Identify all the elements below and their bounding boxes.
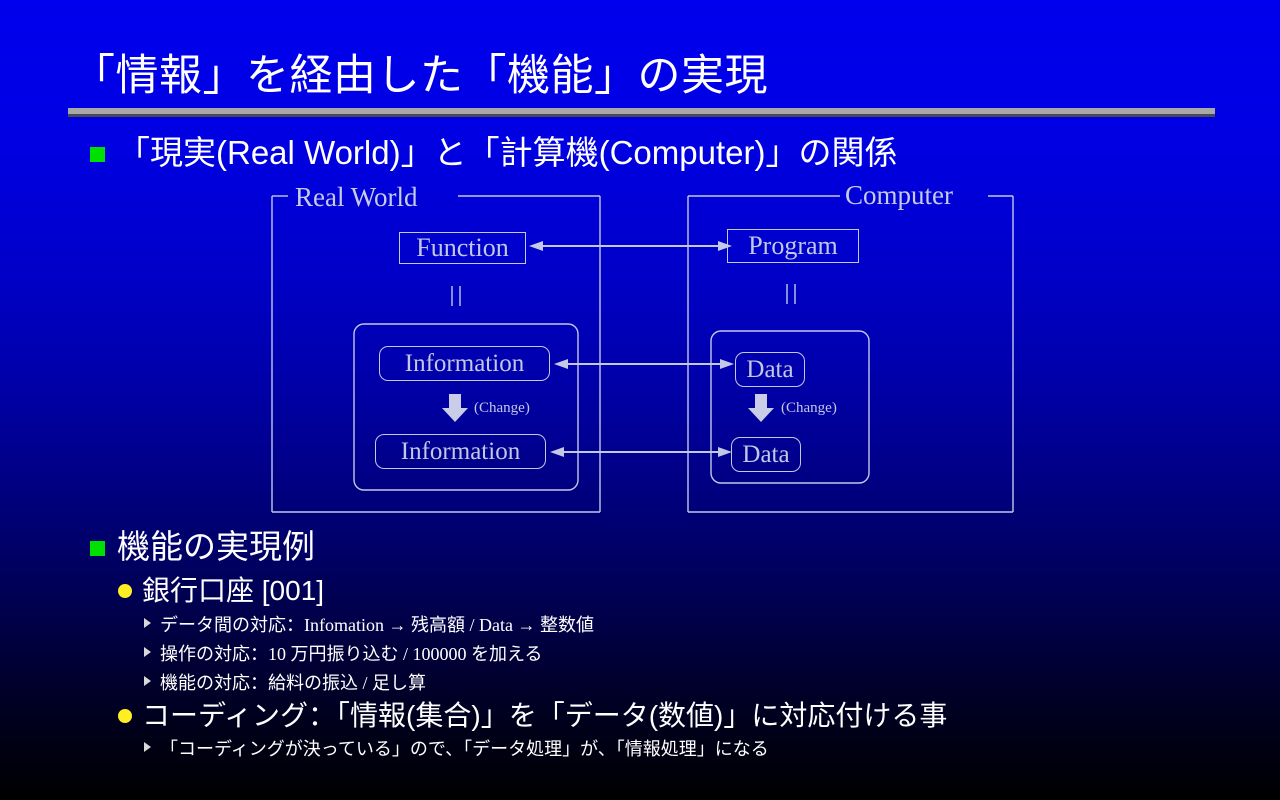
information-data-bottom-arrowhead-left: [550, 447, 564, 457]
bullet-data-mapping: データ間の対応：Infomation → 残高額 / Data → 整数値: [144, 614, 594, 636]
triangle-bullet-icon: [144, 676, 151, 686]
bullet-function-examples: 機能の実現例: [90, 528, 315, 566]
square-bullet-icon: [90, 541, 105, 556]
node-data-bottom: Data: [731, 437, 801, 472]
bullet-coding: コーディング：「情報(集合)」を「データ(数値)」に対応付ける事: [118, 700, 947, 732]
group-label-computer: Computer: [845, 180, 953, 210]
bullet-text: コーディング：「情報(集合)」を「データ(数値)」に対応付ける事: [142, 700, 948, 731]
node-program: Program: [727, 229, 859, 263]
bullet-bank-account: 銀行口座 [001]: [118, 575, 324, 607]
node-information-bottom: Information: [375, 434, 546, 469]
information-data-top-arrowhead-right: [720, 359, 734, 369]
group-label-real-world: Real World: [295, 182, 418, 212]
bullet-text: 「コーディングが決っている」ので、「データ処理」が、「情報処理」になる: [160, 739, 769, 759]
bullet-text: 「現実(Real World)」と「計算機(Computer)」の関係: [117, 134, 898, 171]
bullet-text: 銀行口座 [001]: [142, 575, 325, 606]
bullet-coding-consequence: 「コーディングが決っている」ので、「データ処理」が、「情報処理」になる: [144, 738, 769, 760]
bullet-text: 操作の対応：10 万円振り込む / 100000 を加える: [160, 644, 543, 664]
information-data-top-arrowhead-left: [554, 359, 568, 369]
node-information-top: Information: [379, 346, 550, 381]
information-data-bottom-arrowhead-right: [718, 447, 732, 457]
presentation-slide: 「情報」を経由した「機能」の実現 「現実(Real World)」と「計算機(C…: [0, 0, 1280, 800]
title-divider-shadow: [68, 114, 1215, 117]
node-function: Function: [399, 232, 526, 264]
circle-bullet-icon: [118, 709, 132, 723]
bullet-function-mapping: 機能の対応：給料の振込 / 足し算: [144, 672, 426, 694]
node-information-top-label: Information: [404, 349, 525, 377]
node-data-top-label: Data: [746, 355, 794, 383]
change-arrow-left-icon: [442, 394, 468, 422]
bullet-text: 機能の対応：給料の振込 / 足し算: [160, 673, 426, 693]
triangle-bullet-icon: [144, 618, 151, 628]
change-arrow-right-icon: [748, 394, 774, 422]
title-divider: [68, 108, 1215, 117]
square-bullet-icon: [90, 147, 105, 162]
triangle-bullet-icon: [144, 647, 151, 657]
bullet-text: 機能の実現例: [117, 528, 315, 565]
bullet-real-world-computer: 「現実(Real World)」と「計算機(Computer)」の関係: [90, 134, 897, 172]
node-data-bottom-label: Data: [742, 440, 790, 468]
change-label-right: (Change): [781, 400, 837, 416]
bullet-operation-mapping: 操作の対応：10 万円振り込む / 100000 を加える: [144, 643, 542, 665]
triangle-bullet-icon: [144, 742, 151, 752]
function-program-arrowhead-left: [529, 241, 543, 251]
node-data-top: Data: [735, 352, 805, 387]
circle-bullet-icon: [118, 584, 132, 598]
node-program-label: Program: [748, 231, 838, 260]
node-information-bottom-label: Information: [400, 437, 521, 465]
node-function-label: Function: [416, 233, 509, 262]
page-title: 「情報」を経由した「機能」の実現: [72, 52, 768, 100]
change-label-left: (Change): [474, 400, 530, 416]
bullet-text: データ間の対応：Infomation → 残高額 / Data → 整数値: [160, 615, 594, 635]
